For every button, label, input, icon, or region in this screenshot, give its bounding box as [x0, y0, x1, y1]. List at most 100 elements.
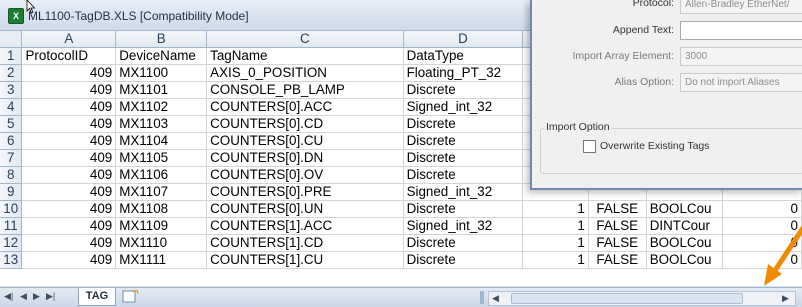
cell[interactable]: BOOLCou: [646, 251, 723, 269]
cell-data-type[interactable]: Discrete: [403, 132, 524, 150]
import-array-input[interactable]: 3000: [680, 47, 802, 66]
row-header[interactable]: 1: [0, 47, 23, 65]
cell-data-type[interactable]: Discrete: [403, 81, 524, 99]
cell-tag-name[interactable]: COUNTERS[1].CD: [206, 234, 404, 252]
cell-device-name[interactable]: MX1102: [115, 98, 208, 116]
cell-data-type[interactable]: Signed_int_32: [403, 183, 524, 201]
insert-sheet-icon[interactable]: [120, 290, 140, 303]
cell-device-name[interactable]: MX1105: [115, 149, 208, 167]
row-header[interactable]: 6: [0, 132, 23, 150]
cell[interactable]: FALSE: [588, 217, 647, 235]
append-text-input[interactable]: [680, 21, 802, 40]
cell-device-name[interactable]: DeviceName: [115, 47, 208, 65]
next-sheet-icon[interactable]: ▶: [33, 291, 40, 302]
row-header[interactable]: 5: [0, 115, 23, 133]
cell-data-type[interactable]: Discrete: [403, 251, 524, 269]
cell-tag-name[interactable]: AXIS_0_POSITION: [206, 64, 404, 82]
cell[interactable]: 1: [522, 217, 589, 235]
cell-protocol-id[interactable]: 409: [21, 81, 117, 99]
cell-protocol-id[interactable]: ProtocolID: [21, 47, 117, 65]
horizontal-scrollbar[interactable]: ◀ ▶: [488, 291, 796, 306]
cell-device-name[interactable]: MX1110: [115, 234, 208, 252]
cell-device-name[interactable]: MX1108: [115, 200, 208, 218]
sheet-tab-tag[interactable]: TAG: [78, 288, 116, 306]
cell-protocol-id[interactable]: 409: [21, 183, 117, 201]
cell-device-name[interactable]: MX1103: [115, 115, 208, 133]
cell[interactable]: FALSE: [588, 200, 647, 218]
cell[interactable]: 0: [722, 200, 802, 218]
row-header[interactable]: 9: [0, 183, 23, 201]
cell-device-name[interactable]: MX1100: [115, 64, 208, 82]
cell-protocol-id[interactable]: 409: [21, 217, 117, 235]
cell[interactable]: DINTCour: [646, 217, 723, 235]
cell-tag-name[interactable]: COUNTERS[0].UN: [206, 200, 404, 218]
first-sheet-icon[interactable]: ◀|: [4, 291, 13, 302]
column-header[interactable]: B: [115, 31, 208, 48]
scroll-left-icon[interactable]: ◀: [492, 293, 499, 304]
row-header[interactable]: 13: [0, 251, 23, 269]
prev-sheet-icon[interactable]: ◀: [20, 291, 27, 302]
cell-data-type[interactable]: Discrete: [403, 166, 524, 184]
cell-tag-name[interactable]: COUNTERS[0].CU: [206, 132, 404, 150]
alias-option-select[interactable]: Do not import Aliases: [680, 73, 802, 92]
cell-tag-name[interactable]: COUNTERS[1].ACC: [206, 217, 404, 235]
cell[interactable]: 1: [522, 251, 589, 269]
last-sheet-icon[interactable]: ▶|: [46, 291, 55, 302]
row-header[interactable]: 3: [0, 81, 23, 99]
cell-device-name[interactable]: MX1107: [115, 183, 208, 201]
column-header[interactable]: C: [206, 31, 404, 48]
protocol-field[interactable]: Allen-Bradley EtherNet/: [680, 0, 802, 14]
cell[interactable]: BOOLCou: [646, 234, 723, 252]
cell-tag-name[interactable]: COUNTERS[0].CD: [206, 115, 404, 133]
cell-device-name[interactable]: MX1109: [115, 217, 208, 235]
row-header[interactable]: 2: [0, 64, 23, 82]
cell-tag-name[interactable]: COUNTERS[0].DN: [206, 149, 404, 167]
cell-protocol-id[interactable]: 409: [21, 200, 117, 218]
row-header[interactable]: 4: [0, 98, 23, 116]
cell-data-type[interactable]: DataType: [403, 47, 524, 65]
excel-icon[interactable]: X: [8, 8, 24, 24]
cell-tag-name[interactable]: COUNTERS[1].CU: [206, 251, 404, 269]
row-header[interactable]: 10: [0, 200, 23, 218]
cell-data-type[interactable]: Discrete: [403, 234, 524, 252]
column-header[interactable]: D: [403, 31, 524, 48]
row-header[interactable]: 8: [0, 166, 23, 184]
cell-protocol-id[interactable]: 409: [21, 115, 117, 133]
cell[interactable]: FALSE: [588, 251, 647, 269]
cell-device-name[interactable]: MX1101: [115, 81, 208, 99]
cell-protocol-id[interactable]: 409: [21, 234, 117, 252]
column-header[interactable]: A: [21, 31, 117, 48]
row-header[interactable]: 11: [0, 217, 23, 235]
scroll-right-icon[interactable]: ▶: [782, 293, 789, 304]
cell-data-type[interactable]: Floating_PT_32: [403, 64, 524, 82]
cell[interactable]: 1: [522, 234, 589, 252]
overwrite-checkbox[interactable]: [583, 140, 596, 153]
scrollbar-thumb[interactable]: [511, 293, 743, 304]
cell-protocol-id[interactable]: 409: [21, 98, 117, 116]
cell[interactable]: 1: [522, 200, 589, 218]
cell[interactable]: FALSE: [588, 234, 647, 252]
cell-data-type[interactable]: Signed_int_32: [403, 98, 524, 116]
cell-tag-name[interactable]: CONSOLE_PB_LAMP: [206, 81, 404, 99]
cell-protocol-id[interactable]: 409: [21, 132, 117, 150]
overwrite-label[interactable]: Overwrite Existing Tags: [600, 140, 710, 152]
cell-data-type[interactable]: Discrete: [403, 115, 524, 133]
cell-device-name[interactable]: MX1104: [115, 132, 208, 150]
cell-protocol-id[interactable]: 409: [21, 166, 117, 184]
cell-data-type[interactable]: Discrete: [403, 149, 524, 167]
cell-data-type[interactable]: Discrete: [403, 200, 524, 218]
tab-split-handle[interactable]: [480, 291, 484, 304]
cell-protocol-id[interactable]: 409: [21, 251, 117, 269]
cell[interactable]: BOOLCou: [646, 200, 723, 218]
cell-tag-name[interactable]: COUNTERS[0].OV: [206, 166, 404, 184]
row-header[interactable]: 7: [0, 149, 23, 167]
cell-protocol-id[interactable]: 409: [21, 149, 117, 167]
cell-protocol-id[interactable]: 409: [21, 64, 117, 82]
cell-device-name[interactable]: MX1106: [115, 166, 208, 184]
row-header[interactable]: 12: [0, 234, 23, 252]
select-all-corner[interactable]: [0, 31, 23, 48]
cell-tag-name[interactable]: COUNTERS[0].PRE: [206, 183, 404, 201]
cell-data-type[interactable]: Signed_int_32: [403, 217, 524, 235]
cell-device-name[interactable]: MX1111: [115, 251, 208, 269]
cell-tag-name[interactable]: COUNTERS[0].ACC: [206, 98, 404, 116]
